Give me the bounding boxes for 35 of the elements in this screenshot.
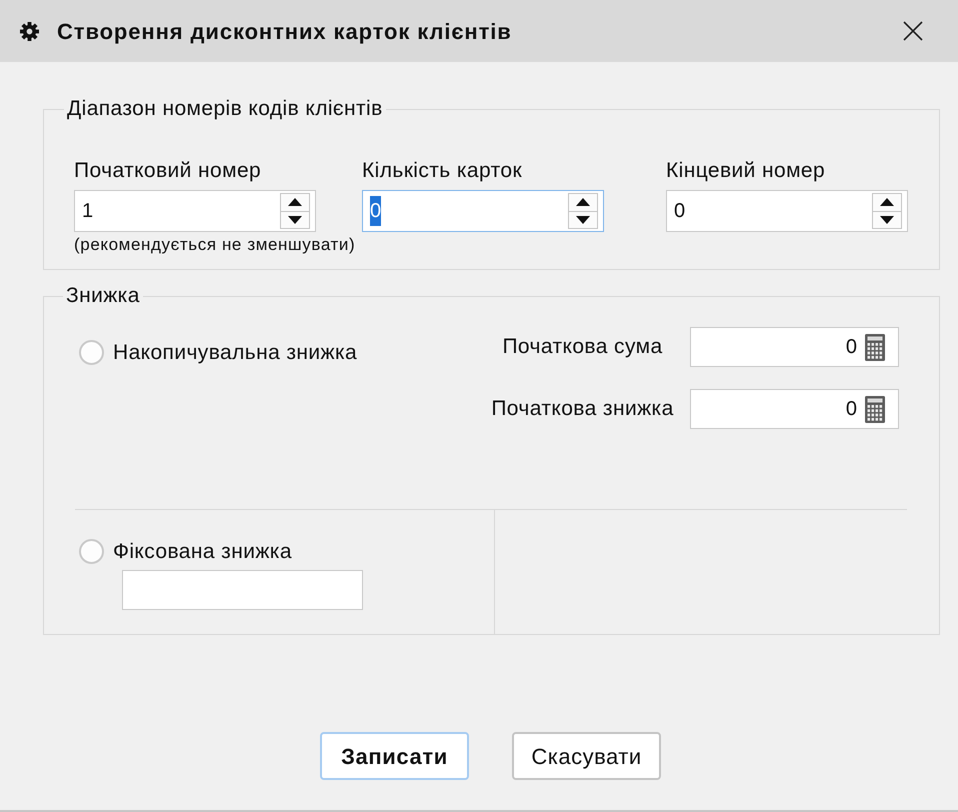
field-label: Початкова сума xyxy=(501,334,664,360)
number-field[interactable]: 0 xyxy=(362,190,604,232)
field-label: Кількість карток xyxy=(362,159,524,183)
save-button[interactable]: Записати xyxy=(320,732,469,780)
group-title: Діапазон номерів кодів клієнтів xyxy=(66,97,384,121)
window-title: Створення дисконтних карток клієнтів xyxy=(57,18,512,46)
field-label: Початковий номер xyxy=(74,159,262,183)
spin-control[interactable] xyxy=(872,193,902,229)
spin-control[interactable] xyxy=(280,193,310,229)
radio-label: Фіксована знижка xyxy=(113,539,292,565)
number-field[interactable]: 0 xyxy=(690,327,899,367)
down-triangle-icon xyxy=(880,216,894,224)
number-field[interactable]: 0 xyxy=(666,190,908,232)
down-triangle-icon xyxy=(288,216,302,224)
field-label: Початкова знижка xyxy=(490,396,675,422)
radio-button[interactable] xyxy=(79,340,104,366)
up-triangle-icon xyxy=(288,198,302,206)
spin-control[interactable] xyxy=(568,193,598,229)
number-field[interactable]: 0 xyxy=(690,389,899,429)
close-icon xyxy=(903,21,923,41)
field-label: Кінцевий номер xyxy=(666,159,826,183)
field-hint: (рекомендується не зменшувати) xyxy=(74,235,356,255)
gear-icon xyxy=(20,22,39,40)
input-field[interactable] xyxy=(122,570,363,610)
down-triangle-icon xyxy=(576,216,590,224)
up-triangle-icon xyxy=(576,198,590,206)
radio-label: Накопичувальна знижка xyxy=(113,340,358,366)
calculator-icon xyxy=(865,396,885,422)
up-triangle-icon xyxy=(880,198,894,206)
calculator-icon xyxy=(865,334,885,360)
close-button[interactable] xyxy=(901,19,925,43)
number-field[interactable]: 1 xyxy=(74,190,316,232)
cancel-button[interactable]: Скасувати xyxy=(512,732,661,780)
group-title: Знижка xyxy=(65,284,141,308)
radio-button[interactable] xyxy=(79,539,104,564)
